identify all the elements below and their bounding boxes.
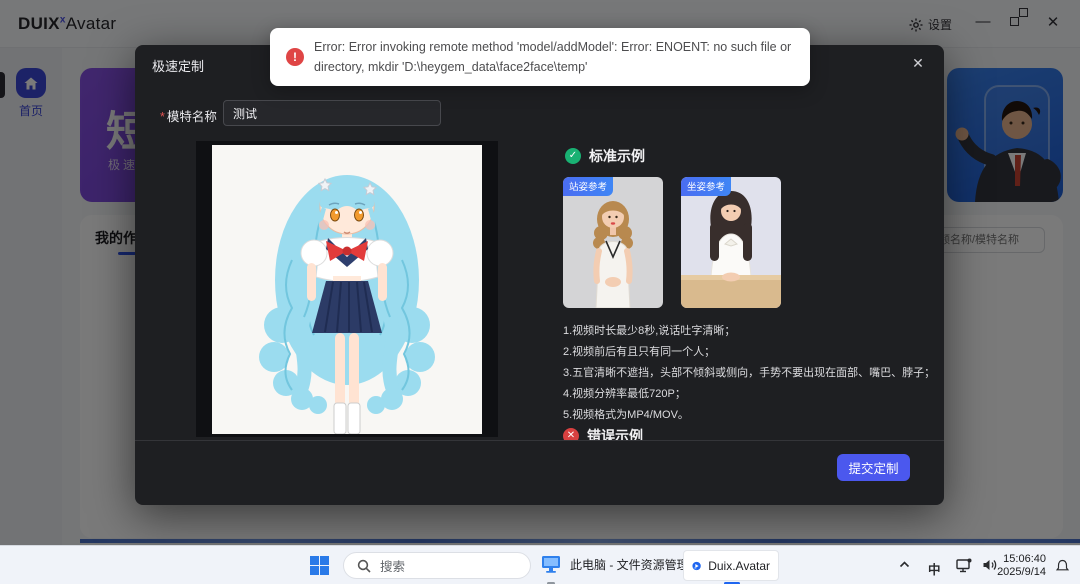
error-example-header: ✕ 错误示例 (563, 426, 643, 440)
clock-date: 2025/9/14 (997, 566, 1046, 578)
sitting-woman-photo (681, 177, 781, 308)
notifications-bell-icon[interactable] (1055, 558, 1070, 573)
upload-requirements-list: 1.视频时长最少8秒,说话吐字清晰； 2.视频前后有且只有同一个人； 3.五官清… (563, 321, 944, 426)
dialog-close-button[interactable]: ✕ (906, 51, 930, 75)
anime-girl-preview-image (212, 144, 482, 434)
ime-indicator[interactable]: 中 (928, 559, 941, 578)
screen: DUIXxAvatar 设置 — ✕ 首页 短 极速 (0, 0, 1080, 584)
dialog-title: 极速定制 (152, 59, 205, 74)
duix-avatar-icon (692, 561, 701, 570)
hidden-icons-chevron[interactable] (898, 558, 911, 571)
submit-customization-button[interactable]: 提交定制 (837, 454, 910, 481)
required-asterisk: * (160, 110, 165, 124)
error-toast: ! Error: Error invoking remote method 'm… (270, 28, 810, 86)
taskbar-search[interactable]: 搜索 (343, 552, 531, 579)
error-example-title: 错误示例 (587, 428, 643, 440)
sitting-pose-reference: 坐姿参考 (681, 177, 781, 308)
quick-customize-dialog: 极速定制 ✕ * 模特名称 测试 ✓ 标准示例 站姿参考 坐姿参考 1.视频时长… (135, 45, 944, 505)
tip-item: 4.视频分辨率最低720P； (563, 388, 686, 400)
check-icon: ✓ (565, 148, 581, 164)
windows-taskbar: 搜索 此电脑 - 文件资源管理器 Duix.Avatar 中 15:06:40 … (0, 545, 1080, 584)
model-name-label: * 模特名称 (160, 110, 217, 124)
tip-item: 2.视频前后有且只有同一个人； (563, 346, 716, 358)
start-button[interactable] (310, 556, 329, 575)
clock-time: 15:06:40 (1003, 553, 1046, 565)
standard-example-header: ✓ 标准示例 (565, 146, 645, 166)
taskbar-clock[interactable]: 15:06:40 2025/9/14 (986, 553, 1046, 579)
error-icon: ! (286, 48, 304, 66)
dialog-content: 极速定制 ✕ * 模特名称 测试 ✓ 标准示例 站姿参考 坐姿参考 1.视频时长… (135, 45, 944, 440)
network-icon[interactable] (956, 558, 973, 573)
taskbar-duix-avatar[interactable]: Duix.Avatar (683, 550, 779, 584)
file-explorer-label: 此电脑 - 文件资源管理器 (570, 557, 701, 572)
standing-woman-photo (563, 177, 663, 308)
tip-item: 5.视频格式为MP4/MOV。 (563, 409, 689, 421)
tip-item: 3.五官清晰不遮挡，头部不倾斜或侧向，手势不要出现在面部、嘴巴、脖子； (563, 367, 936, 379)
standing-pose-reference: 站姿参考 (563, 177, 663, 308)
sitting-pose-badge: 坐姿参考 (681, 177, 732, 196)
file-explorer-icon (542, 556, 560, 573)
model-name-input[interactable] (223, 100, 441, 126)
search-icon (357, 559, 371, 573)
error-toast-message: Error: Error invoking remote method 'mod… (314, 40, 792, 74)
standing-pose-badge: 站姿参考 (563, 177, 614, 196)
dialog-footer: 提交定制 (135, 440, 944, 505)
close-icon: ✕ (912, 55, 924, 71)
search-placeholder: 搜索 (380, 560, 406, 574)
standard-example-title: 标准示例 (589, 148, 645, 164)
taskbar-file-explorer[interactable]: 此电脑 - 文件资源管理器 (540, 553, 701, 584)
error-example-icon: ✕ (563, 428, 579, 440)
tip-item: 1.视频时长最少8秒,说话吐字清晰； (563, 325, 736, 337)
windows-logo-icon (310, 556, 319, 565)
uploaded-video-preview (196, 141, 498, 437)
duix-avatar-label: Duix.Avatar (708, 558, 770, 573)
